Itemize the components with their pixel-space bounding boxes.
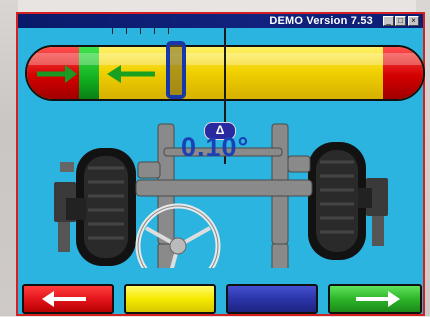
title-bar: DEMO Version 7.53 _ □ ×: [18, 14, 423, 28]
tick-mark: [112, 28, 113, 34]
window-title: DEMO Version 7.53: [269, 15, 373, 27]
arrow-right-icon: [37, 65, 77, 83]
maximize-button[interactable]: □: [395, 16, 406, 26]
tick-mark: [168, 28, 169, 34]
function-toolbar: [18, 284, 423, 314]
minimize-button[interactable]: _: [383, 16, 394, 26]
arrow-left-icon: [107, 65, 155, 83]
arrow-right-icon: [356, 291, 400, 307]
steering-wheel: [135, 203, 221, 268]
close-button[interactable]: ×: [408, 16, 419, 26]
wheel-right: [308, 142, 366, 260]
forward-button[interactable]: [328, 284, 422, 314]
measurement-readout: 0.10°: [181, 132, 250, 162]
arrow-left-icon: [42, 291, 86, 307]
gauge-target-marker: [166, 41, 186, 99]
blue-function-button[interactable]: [226, 284, 318, 314]
back-button[interactable]: [22, 284, 114, 314]
tick-mark: [126, 28, 127, 34]
gauge-arrows: [37, 65, 155, 83]
yellow-function-button[interactable]: [124, 284, 216, 314]
app-window: DEMO Version 7.53 _ □ × Δ 0.10°: [16, 12, 425, 316]
tick-mark: [140, 28, 141, 34]
tick-marks: [18, 28, 423, 36]
tick-mark: [154, 28, 155, 34]
